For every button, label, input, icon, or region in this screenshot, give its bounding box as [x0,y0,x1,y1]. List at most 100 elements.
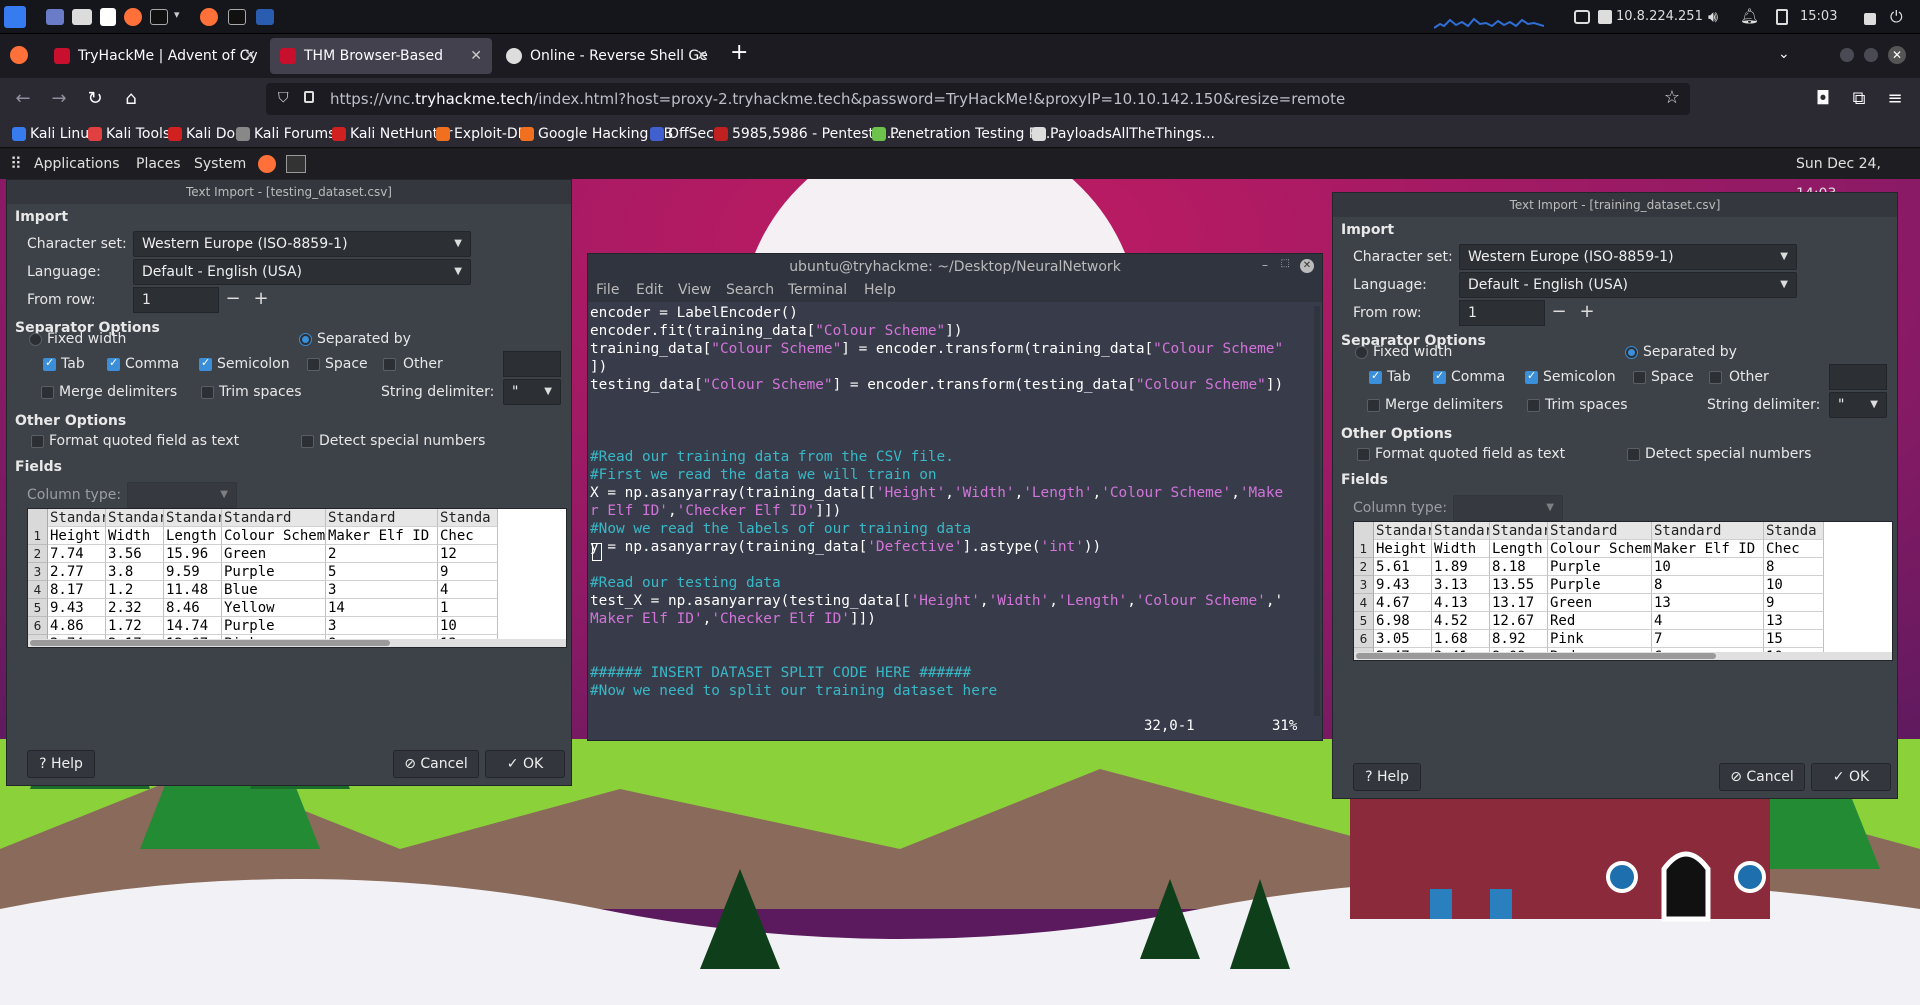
comma-checkbox[interactable] [107,356,120,371]
horizontal-scrollbar[interactable] [1354,652,1892,660]
bookmark-item[interactable]: Kali Tools [86,120,170,148]
grid-icon[interactable]: ⠿ [10,149,22,179]
terminal-launcher-icon[interactable] [286,155,306,173]
column-type-header[interactable]: Standard [164,509,222,527]
forward-button[interactable]: → [46,86,72,112]
semicolon-checkbox[interactable] [199,356,212,371]
help-button[interactable]: ? Help [27,750,95,778]
trim-spaces-checkbox[interactable] [1527,399,1540,412]
format-quoted-checkbox[interactable] [1357,448,1370,461]
firefox-launcher-icon[interactable] [258,155,276,173]
terminal-scrollbar[interactable] [1314,306,1320,716]
column-type-header[interactable]: Standard [222,509,326,527]
other-checkbox[interactable] [383,358,396,371]
trim-spaces-checkbox[interactable] [201,386,214,399]
increment-button[interactable]: + [1573,300,1601,326]
close-icon[interactable]: ✕ [470,38,482,74]
terminal-window[interactable]: ubuntu@tryhackme: ~/Desktop/NeuralNetwor… [587,253,1323,741]
bookmark-item[interactable]: Kali Forums [234,120,335,148]
close-icon[interactable]: ✕ [696,38,708,74]
list-tabs-icon[interactable]: ⌄ [1778,46,1790,62]
cancel-button[interactable]: ⊘ Cancel [393,750,479,778]
scrollbar-thumb[interactable] [1356,653,1716,659]
column-type-header[interactable]: Standard [48,509,106,527]
new-tab-button[interactable]: + [730,40,748,65]
decrement-button[interactable]: − [219,287,247,313]
menu-view[interactable]: View [678,282,711,298]
tab-thm-browser[interactable]: THM Browser-Based ✕ [270,38,492,74]
increment-button[interactable]: + [247,287,275,313]
firefox-view-icon[interactable] [10,46,28,64]
power-icon[interactable]: ⏻ [1890,7,1903,27]
column-type-header[interactable]: Standard [106,509,164,527]
from-row-input[interactable]: 1 [133,287,219,313]
minimize-button[interactable] [1840,48,1854,62]
shield-icon[interactable]: ⛉ [278,90,289,106]
lock-icon[interactable] [304,91,314,103]
maximize-icon[interactable]: ⬚ [1281,258,1290,269]
fixed-width-radio[interactable] [1355,346,1368,359]
tab-checkbox[interactable] [43,356,56,371]
horizontal-scrollbar[interactable] [28,639,566,647]
column-type-header[interactable]: Standa [438,509,498,527]
monitor-icon[interactable] [1574,10,1590,24]
column-type-header[interactable]: Standard [326,509,438,527]
language-select[interactable]: Default - English (USA) ▼ [1459,272,1797,298]
close-window-button[interactable]: ✕ [1888,46,1906,64]
string-delimiter-select[interactable]: " ▼ [503,379,561,405]
url-text[interactable]: https://vnc.tryhackme.tech/index.html?ho… [330,83,1345,115]
help-button[interactable]: ? Help [1353,763,1421,791]
tab-reverse-shell[interactable]: Online - Reverse Shell Ge ✕ [496,38,718,74]
tab-checkbox[interactable] [1369,369,1382,384]
string-delimiter-select[interactable]: " ▼ [1829,392,1887,418]
column-type-header[interactable]: Standard [1432,522,1490,540]
fixed-width-radio[interactable] [29,333,42,346]
reload-button[interactable]: ↻ [82,86,108,112]
menu-icon[interactable]: ≡ [1882,86,1908,112]
volume-icon[interactable]: 🔊︎ [1708,7,1718,27]
column-type-header[interactable]: Standard [1374,522,1432,540]
other-checkbox[interactable] [1709,371,1722,384]
bell-icon[interactable]: 🔔︎ [1740,7,1759,25]
charset-select[interactable]: Western Europe (ISO-8859-1) ▼ [1459,244,1797,270]
merge-delimiters-checkbox[interactable] [1367,399,1380,412]
close-icon[interactable]: ✕ [1300,259,1314,273]
bookmark-item[interactable]: Kali Linux [10,120,97,148]
other-separator-input[interactable] [1829,364,1887,390]
column-type-select[interactable]: ▼ [127,482,237,508]
space-checkbox[interactable] [307,358,320,371]
pocket-icon[interactable]: ◘ [1810,86,1836,112]
firefox-icon[interactable] [124,8,142,26]
extensions-icon[interactable]: ⧉ [1846,86,1872,112]
chevron-down-icon[interactable]: ▾ [174,8,180,21]
decrement-button[interactable]: − [1545,300,1573,326]
places-menu[interactable]: Places [136,149,181,179]
menu-help[interactable]: Help [864,282,896,298]
window-task-icon[interactable] [256,9,274,25]
scrollbar-thumb[interactable] [30,640,390,646]
menu-terminal[interactable]: Terminal [788,282,847,298]
detect-special-checkbox[interactable] [301,435,314,448]
charset-select[interactable]: Western Europe (ISO-8859-1) ▼ [133,231,471,257]
system-menu[interactable]: System [194,149,246,179]
column-type-header[interactable]: Standard [1652,522,1764,540]
data-preview-grid[interactable]: StandardStandardStandardStandardStandard… [1353,521,1893,661]
menu-edit[interactable]: Edit [636,282,663,298]
column-type-header[interactable]: Standard [1490,522,1548,540]
from-row-input[interactable]: 1 [1459,300,1545,326]
terminal-content[interactable]: encoder = LabelEncoder() encoder.fit(trai… [590,304,1306,714]
bookmark-item[interactable]: OffSec [648,120,714,148]
tab-tryhackme[interactable]: TryHackMe | Advent of Cy ✕ [44,38,266,74]
ok-button[interactable]: ✓ OK [485,750,565,778]
detect-special-checkbox[interactable] [1627,448,1640,461]
cancel-button[interactable]: ⊘ Cancel [1719,763,1805,791]
comma-checkbox[interactable] [1433,369,1446,384]
other-separator-input[interactable] [503,351,561,377]
remote-desktop[interactable]: ⠿ Applications Places System Sun Dec 24,… [0,149,1920,1005]
menu-search[interactable]: Search [726,282,774,298]
url-bar[interactable]: ⛉ https://vnc.tryhackme.tech/index.html?… [266,83,1690,115]
separated-by-radio[interactable] [299,333,312,346]
applications-menu[interactable]: Applications [34,149,120,179]
menu-file[interactable]: File [596,282,619,298]
format-quoted-checkbox[interactable] [31,435,44,448]
